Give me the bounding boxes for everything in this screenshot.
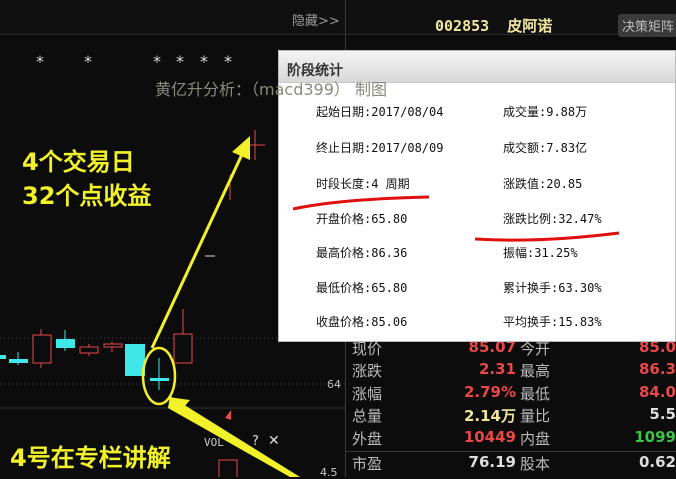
annotation-column-note: 4号在专栏讲解 xyxy=(10,444,171,472)
annotation-arrows xyxy=(141,136,300,477)
author-watermark: 黄亿升分析：（macd399） 制图 xyxy=(155,80,387,99)
annotation-profit: 32个点收益 xyxy=(22,182,152,210)
annotation-trading-days: 4个交易日 xyxy=(22,148,135,176)
